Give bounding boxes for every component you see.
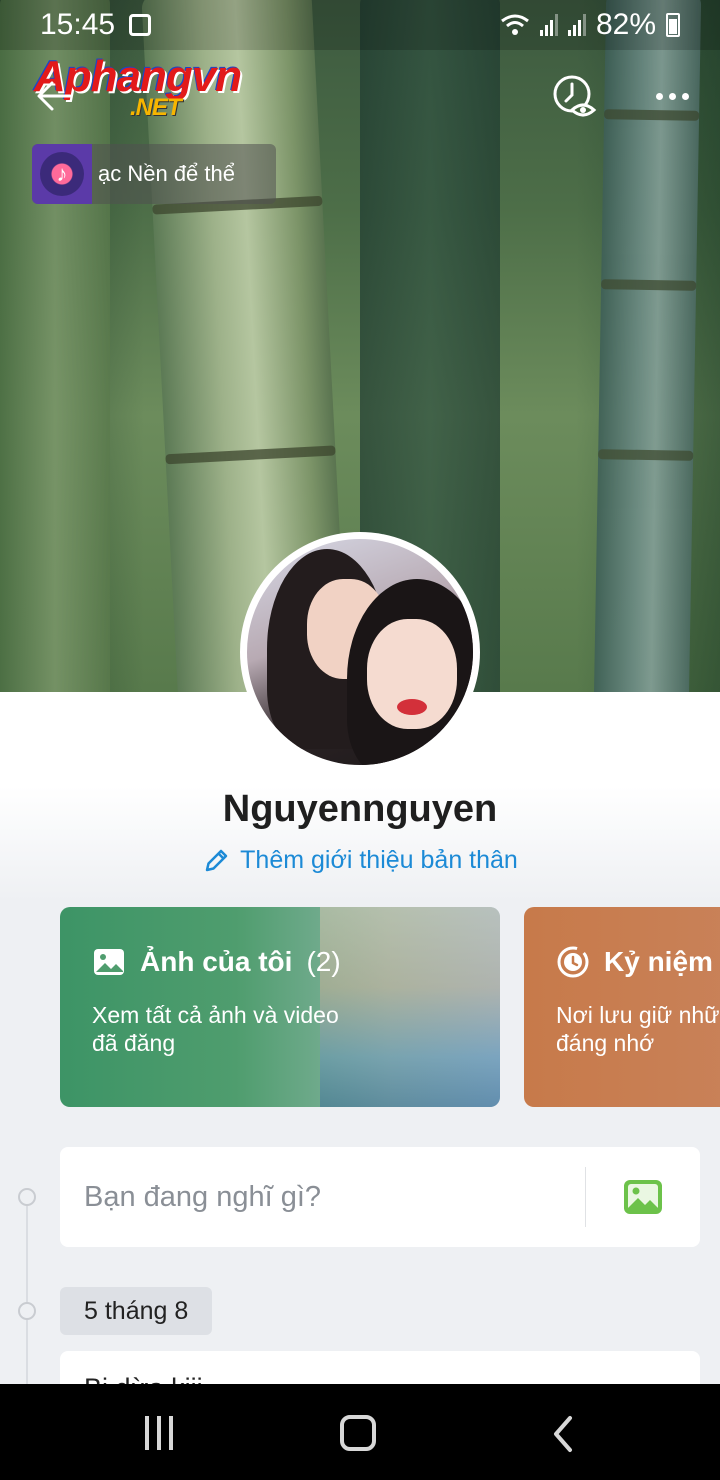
memories-title: Kỷ niệm: [604, 946, 713, 977]
avatar[interactable]: [240, 532, 480, 772]
screenshot-icon: [129, 14, 152, 36]
add-photo-button[interactable]: [586, 1147, 700, 1247]
home-button[interactable]: [340, 1415, 376, 1451]
composer-placeholder[interactable]: Bạn đang nghĩ gì?: [60, 1181, 585, 1214]
wifi-icon: [501, 14, 529, 35]
timeline-dot: [18, 1302, 36, 1320]
profile-name: Nguyennguyen: [222, 788, 498, 830]
memories-desc: Nơi lưu giữ nhữ: [556, 1002, 720, 1028]
more-horizontal-icon: [655, 92, 663, 100]
recent-apps-button[interactable]: [142, 1416, 176, 1450]
music-label: ạc Nền để thể: [98, 161, 235, 186]
my-photos-count: (2): [306, 946, 341, 977]
background-music-chip[interactable]: ♪ ạc Nền để thể: [32, 144, 276, 204]
status-time: 15:45: [40, 8, 116, 41]
battery-icon: [666, 13, 680, 37]
more-options-button[interactable]: [652, 84, 692, 108]
timeline-date-chip: 5 tháng 8: [60, 1287, 213, 1335]
image-icon: [624, 1180, 662, 1214]
music-note-icon: ♪: [32, 144, 92, 204]
memories-desc: đáng nhớ: [556, 1030, 655, 1056]
add-bio-link[interactable]: Thêm giới thiệu bản thân: [0, 846, 720, 875]
signal-icon: [567, 14, 586, 36]
battery-percent: 82%: [595, 8, 656, 41]
signal-icon: [539, 14, 558, 36]
my-photos-desc: đã đăng: [92, 1030, 176, 1056]
arrow-left-icon: [37, 81, 72, 111]
clock-eye-icon: [553, 75, 597, 117]
timeline-dot: [18, 1188, 36, 1206]
my-photos-desc: Xem tất cả ảnh và video: [92, 1002, 339, 1028]
pencil-icon: [205, 849, 228, 871]
memories-card[interactable]: Kỷ niệm Nơi lưu giữ nhữ đáng nhớ: [524, 907, 720, 1107]
image-icon: [94, 949, 124, 975]
profile-visitors-button[interactable]: [552, 74, 598, 120]
back-button[interactable]: [34, 76, 74, 116]
memories-clock-icon: [557, 946, 589, 978]
system-back-button[interactable]: [548, 1414, 578, 1454]
status-bar: 15:45 82%: [0, 0, 720, 50]
status-composer[interactable]: Bạn đang nghĩ gì?: [60, 1147, 700, 1247]
my-photos-title: Ảnh của tôi: [140, 946, 293, 977]
add-bio-label: Thêm giới thiệu bản thân: [240, 846, 518, 874]
chevron-left-icon: [554, 1416, 572, 1452]
my-photos-card[interactable]: Ảnh của tôi (2) Xem tất cả ảnh và video …: [60, 907, 500, 1107]
timeline-line: [26, 1197, 28, 1387]
system-nav-bar: [0, 1384, 720, 1480]
